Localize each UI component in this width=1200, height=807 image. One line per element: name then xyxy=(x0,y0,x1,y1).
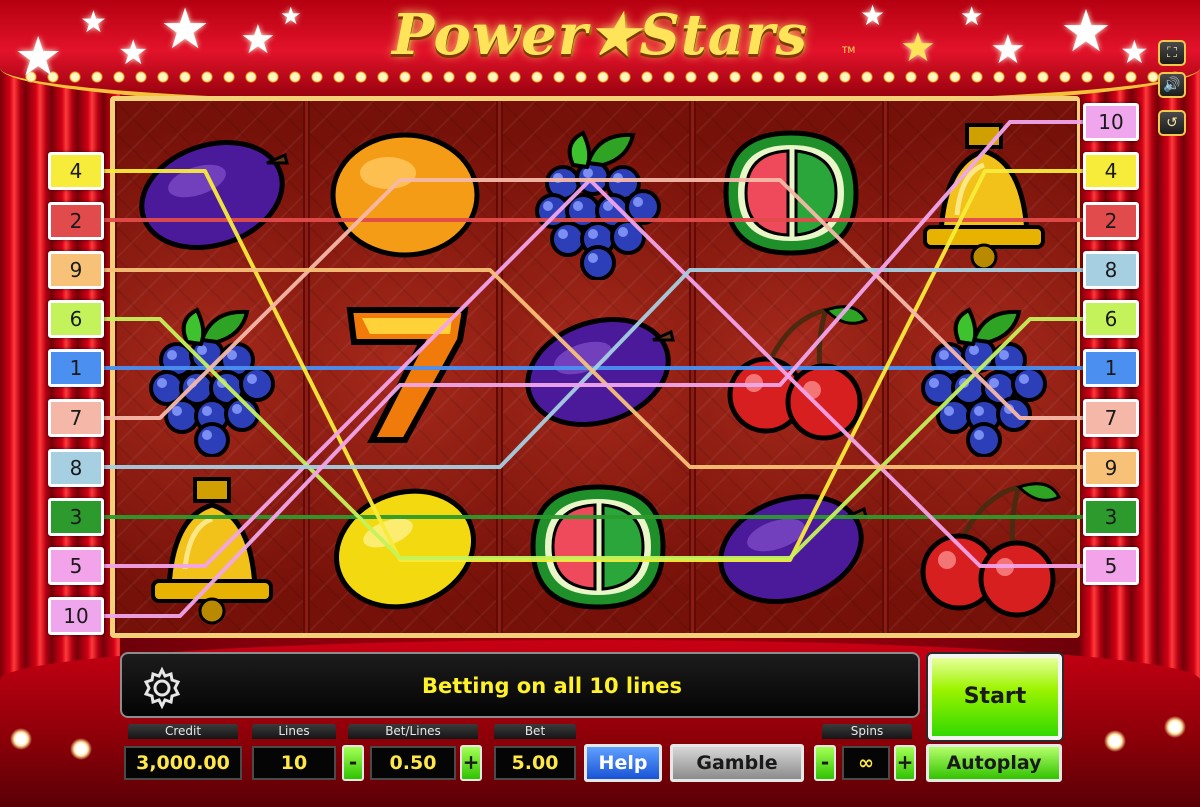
line-10-right-marker[interactable]: 10 xyxy=(1083,103,1139,141)
star-icon: ★ xyxy=(960,2,984,32)
betlines-label: Bet/Lines xyxy=(348,724,478,739)
marquee: ★ ★ ★ ★ ★ ★ ★ ★ ★ ★ ★ ★ Power★Stars TM xyxy=(0,0,1200,108)
spins-increase-button[interactable]: + xyxy=(894,745,916,781)
cherries-symbol xyxy=(696,280,886,457)
plum-symbol xyxy=(696,457,886,634)
start-button[interactable]: Start xyxy=(928,654,1062,740)
star-icon: ★ xyxy=(1120,33,1149,71)
star-icon: ★ xyxy=(990,27,1026,73)
cherries-symbol xyxy=(889,457,1079,634)
bet-decrease-button[interactable]: - xyxy=(342,745,364,781)
line-7-left-marker[interactable]: 7 xyxy=(48,399,104,437)
bet-value: 5.00 xyxy=(494,746,576,780)
reel-2 xyxy=(308,101,498,633)
line-1-right-marker[interactable]: 1 xyxy=(1083,349,1139,387)
star-icon: ★ xyxy=(14,25,63,88)
star-icon: ★ xyxy=(118,33,149,73)
star-icon: ★ xyxy=(1060,0,1112,65)
grapes-symbol xyxy=(117,280,307,458)
stage-light xyxy=(1104,730,1126,752)
line-8-right-marker[interactable]: 8 xyxy=(1083,251,1139,289)
credit-value: 3,000.00 xyxy=(124,746,242,780)
grapes-symbol xyxy=(503,103,693,281)
grapes-symbol xyxy=(889,280,1079,458)
speaker-icon[interactable]: 🔊 xyxy=(1158,72,1186,98)
game-stage: ★ ★ ★ ★ ★ ★ ★ ★ ★ ★ ★ ★ Power★Stars TM ⛶… xyxy=(0,0,1200,807)
stage-light xyxy=(1164,716,1186,738)
line-6-left-marker[interactable]: 6 xyxy=(48,300,104,338)
orange-symbol xyxy=(310,103,500,280)
bell-symbol xyxy=(889,103,1079,280)
gear-icon[interactable] xyxy=(140,666,184,710)
seven-symbol xyxy=(310,280,500,457)
line-8-left-marker[interactable]: 8 xyxy=(48,449,104,487)
stage-light xyxy=(70,738,92,760)
spins-label: Spins xyxy=(822,724,912,739)
fullscreen-icon[interactable]: ⛶ xyxy=(1158,40,1186,66)
star-icon: ★ xyxy=(160,0,211,62)
line-2-right-marker[interactable]: 2 xyxy=(1083,202,1139,240)
spins-decrease-button[interactable]: - xyxy=(814,745,836,781)
reel-window xyxy=(110,96,1080,638)
gamble-button[interactable]: Gamble xyxy=(670,744,804,782)
bell-symbol xyxy=(117,457,307,634)
lemon-symbol xyxy=(310,457,500,634)
line-1-left-marker[interactable]: 1 xyxy=(48,349,104,387)
autoplay-button[interactable]: Autoplay xyxy=(926,744,1062,782)
star-icon: ★ xyxy=(280,2,302,30)
credit-label: Credit xyxy=(128,724,238,739)
betlines-value: 0.50 xyxy=(370,746,456,780)
plum-symbol xyxy=(117,103,307,280)
stage-light xyxy=(10,728,32,750)
star-icon: ★ xyxy=(80,5,107,40)
line-10-left-marker[interactable]: 10 xyxy=(48,597,104,635)
line-3-left-marker[interactable]: 3 xyxy=(48,498,104,536)
status-message: Betting on all 10 lines xyxy=(421,674,682,698)
reel-4 xyxy=(694,101,884,633)
line-4-right-marker[interactable]: 4 xyxy=(1083,152,1139,190)
game-title: Power★Stars xyxy=(391,2,809,68)
history-icon[interactable]: ↺ xyxy=(1158,110,1186,136)
bet-label: Bet xyxy=(494,724,576,739)
help-button[interactable]: Help xyxy=(584,744,662,782)
star-icon: ★ xyxy=(900,25,936,71)
line-2-left-marker[interactable]: 2 xyxy=(48,202,104,240)
message-panel: Betting on all 10 lines xyxy=(120,652,920,718)
reel-5 xyxy=(887,101,1077,633)
spins-value: ∞ xyxy=(842,746,890,780)
reel-3 xyxy=(501,101,691,633)
trademark: TM xyxy=(842,46,856,56)
bet-increase-button[interactable]: + xyxy=(460,745,482,781)
line-3-right-marker[interactable]: 3 xyxy=(1083,498,1139,536)
line-7-right-marker[interactable]: 7 xyxy=(1083,399,1139,437)
lines-value: 10 xyxy=(252,746,336,780)
watermelon-symbol xyxy=(696,103,886,280)
line-6-right-marker[interactable]: 6 xyxy=(1083,300,1139,338)
line-9-right-marker[interactable]: 9 xyxy=(1083,449,1139,487)
plum-symbol xyxy=(503,280,693,457)
line-9-left-marker[interactable]: 9 xyxy=(48,251,104,289)
watermelon-symbol xyxy=(503,457,693,634)
line-5-right-marker[interactable]: 5 xyxy=(1083,547,1139,585)
star-icon: ★ xyxy=(240,17,276,63)
reel-1 xyxy=(115,101,305,633)
lines-label: Lines xyxy=(252,724,336,739)
line-5-left-marker[interactable]: 5 xyxy=(48,547,104,585)
line-4-left-marker[interactable]: 4 xyxy=(48,152,104,190)
